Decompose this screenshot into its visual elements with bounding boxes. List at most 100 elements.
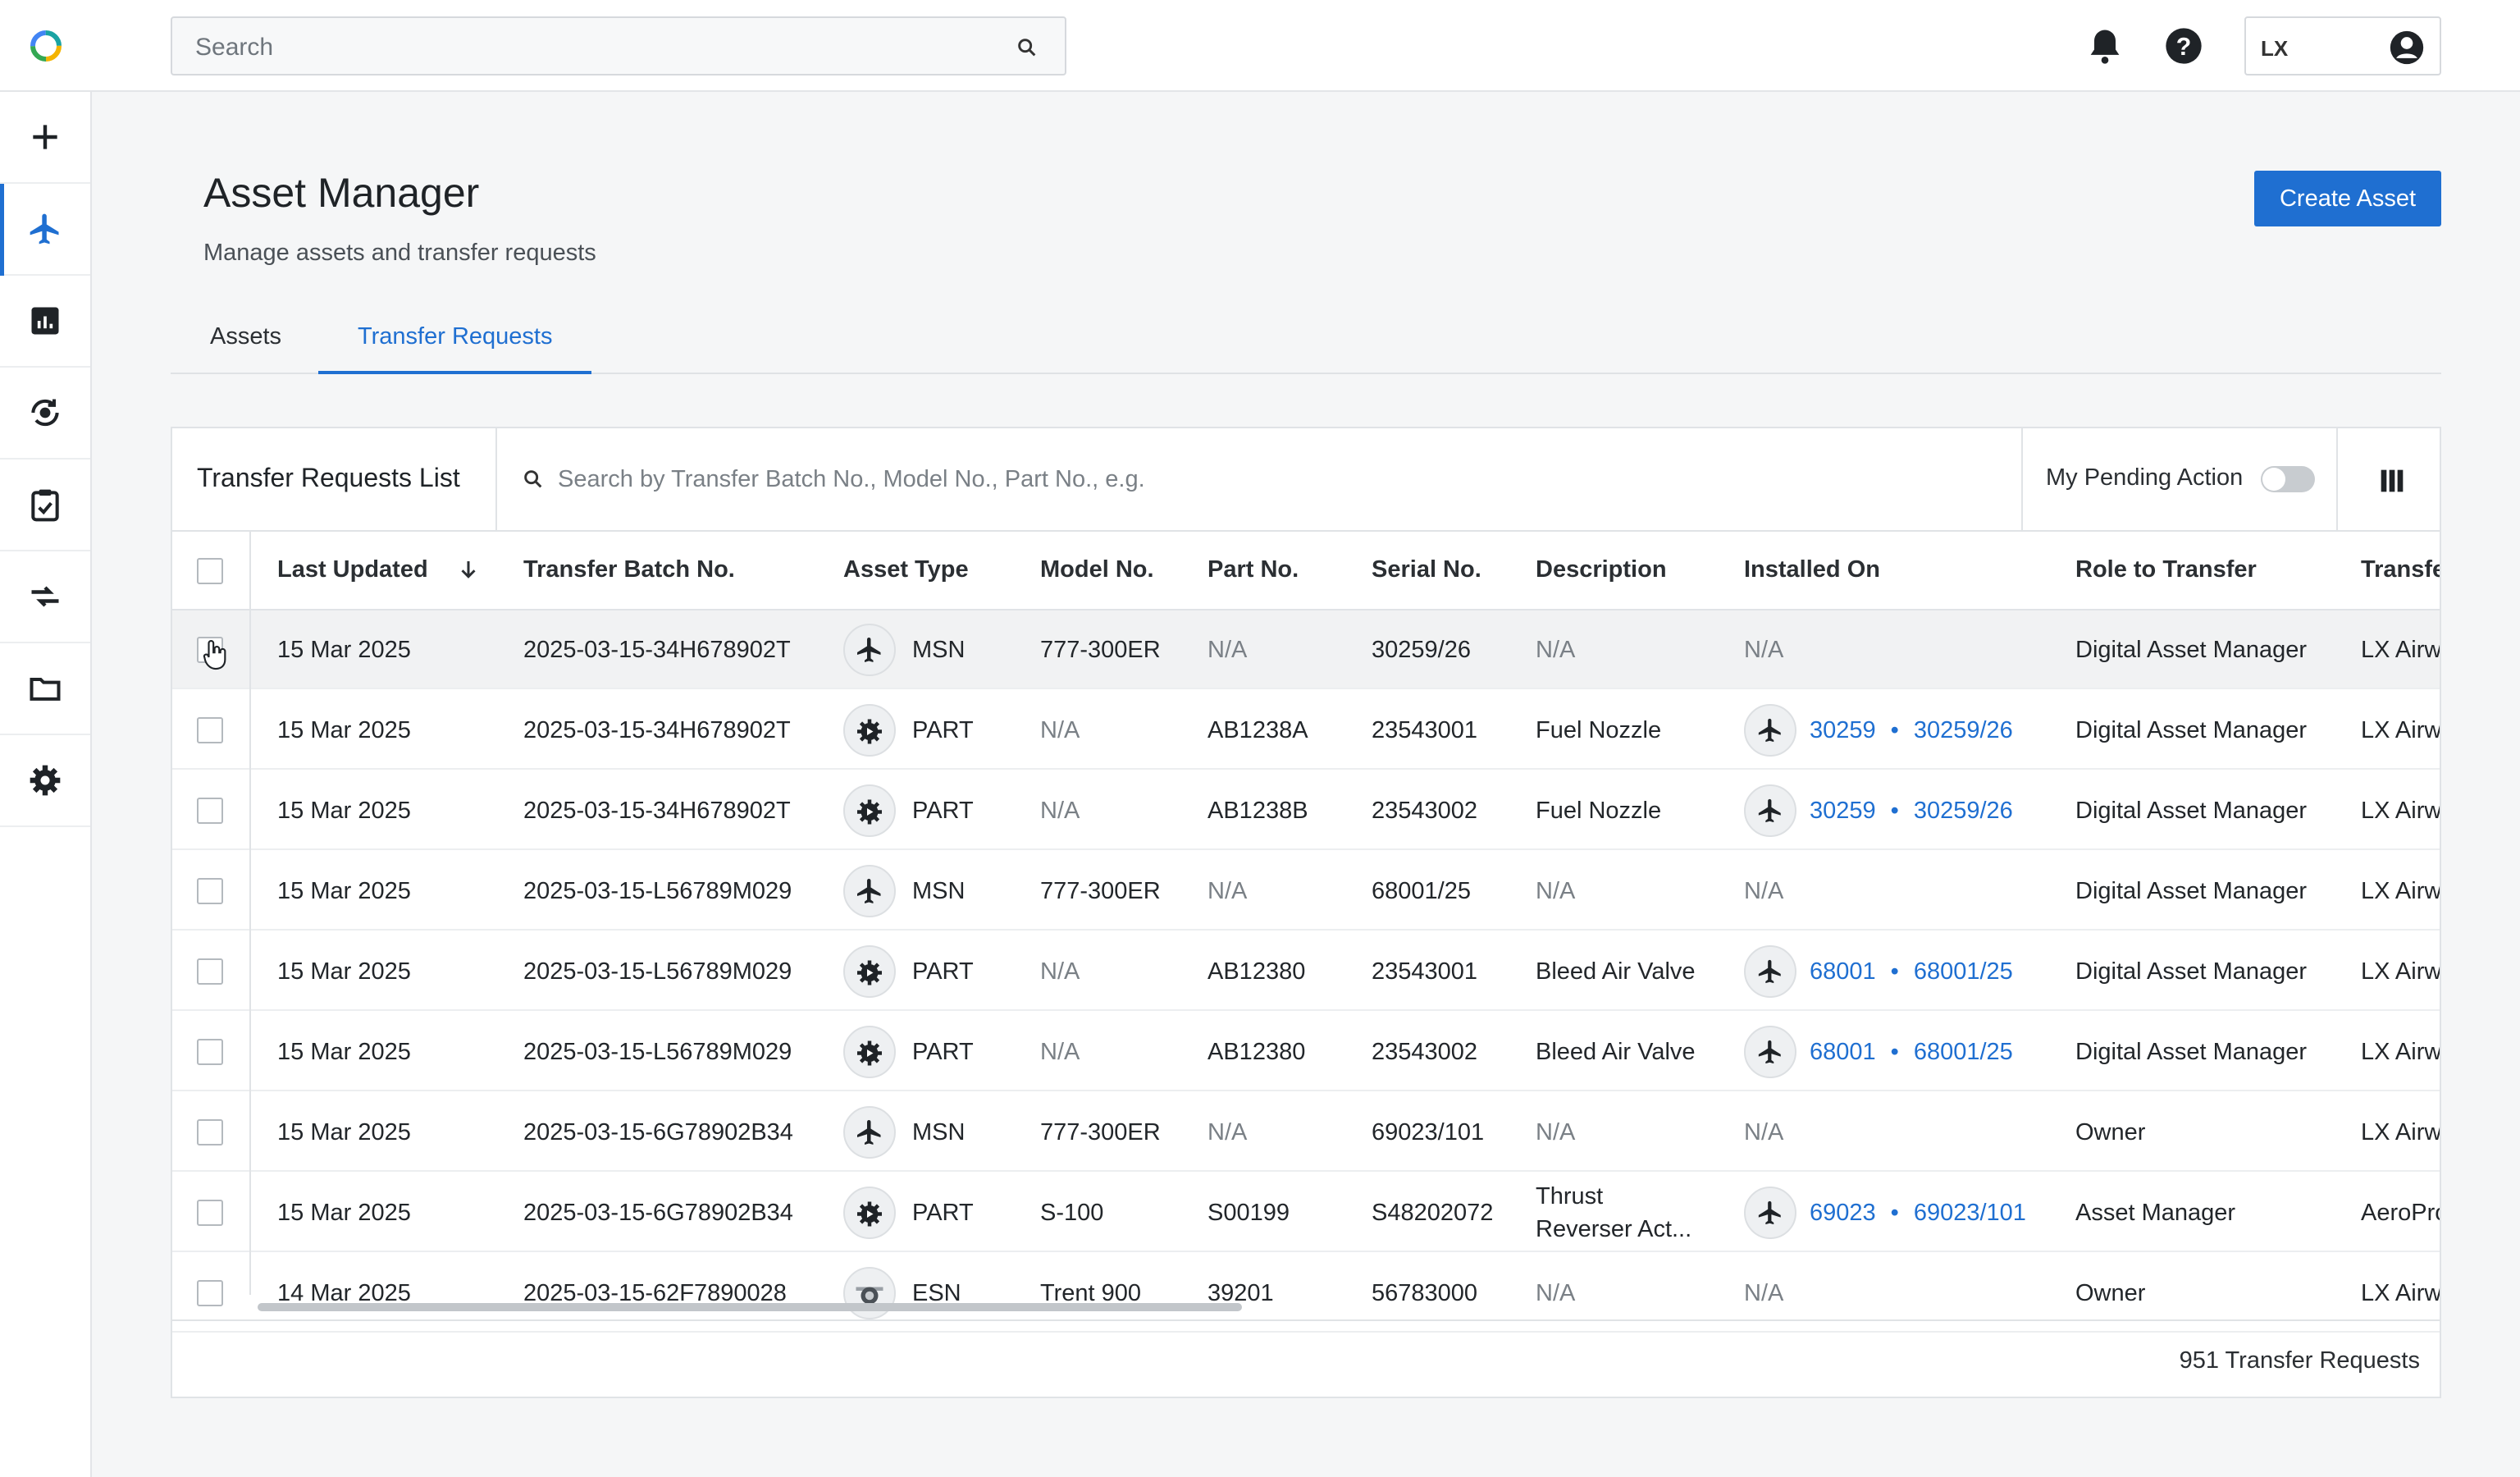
installed-msn-link[interactable]: 30259 <box>1810 717 1876 744</box>
plane-icon <box>1744 945 1796 998</box>
pending-action-toggle[interactable] <box>2261 466 2315 492</box>
app-logo-icon[interactable] <box>25 25 67 67</box>
installed-serial-link[interactable]: 68001/25 <box>1914 1039 2013 1066</box>
installed-serial-link[interactable]: 30259/26 <box>1914 717 2013 744</box>
table-row[interactable]: 15 Mar 2025 2025-03-15-L56789M029 PART N/A A… <box>172 932 2440 1011</box>
sort-down-icon[interactable] <box>456 557 481 582</box>
plus-icon <box>33 125 57 149</box>
plane-icon <box>857 638 881 662</box>
installed-serial-link[interactable]: 69023/101 <box>1914 1200 2026 1227</box>
gear-icon <box>30 765 61 796</box>
sidebar-item-create[interactable] <box>0 92 90 184</box>
row-checkbox[interactable] <box>197 1200 223 1226</box>
plane-icon <box>857 1120 881 1145</box>
installed-serial-link[interactable]: 68001/25 <box>1914 958 2013 985</box>
installed-on-cell: 30259 • 30259/26 <box>1744 771 2013 850</box>
column-transfer-batch[interactable]: Transfer Batch No. <box>523 556 735 583</box>
row-checkbox[interactable] <box>197 717 223 743</box>
user-initials: LX <box>2261 36 2289 61</box>
asset-type-cell: PART <box>843 771 974 850</box>
sidebar-item-documents[interactable] <box>0 643 90 735</box>
asset-type-icon <box>843 1267 896 1319</box>
installed-msn-link[interactable]: 30259 <box>1810 798 1876 825</box>
sidebar-item-transfers[interactable] <box>0 551 90 643</box>
table-row[interactable]: 15 Mar 2025 2025-03-15-34H678902T PART N/A A… <box>172 691 2440 770</box>
bell-icon[interactable] <box>2084 25 2126 67</box>
search-icon[interactable] <box>1016 36 1039 59</box>
columns-icon[interactable] <box>2376 464 2408 497</box>
checkbox-column-divider <box>249 532 251 1295</box>
row-checkbox[interactable] <box>197 1280 223 1306</box>
installed-serial-link[interactable]: 30259/26 <box>1914 798 2013 825</box>
transfer-batch-cell: 2025-03-15-6G78902B34 <box>523 1118 793 1145</box>
table-search-input[interactable] <box>558 463 1788 496</box>
sidebar-item-tasks[interactable] <box>0 460 90 551</box>
row-checkbox[interactable] <box>197 1039 223 1065</box>
column-last-updated[interactable]: Last Updated <box>277 556 481 583</box>
plane-icon <box>1758 1040 1781 1064</box>
table-row[interactable]: 15 Mar 2025 2025-03-15-34H678902T PART N/A A… <box>172 771 2440 850</box>
transfer-batch-cell: 2025-03-15-L56789M029 <box>523 958 792 985</box>
global-search-input[interactable] <box>195 33 934 62</box>
asset-type-cell: PART <box>843 1013 974 1091</box>
sidebar-item-sync[interactable] <box>0 368 90 460</box>
sidebar-item-assets[interactable] <box>0 184 90 276</box>
role-cell: Digital Asset Manager <box>2075 958 2308 985</box>
user-menu[interactable]: LX <box>2244 16 2441 75</box>
installed-on-cell: 69023 • 69023/101 <box>1744 1173 2026 1252</box>
sidebar-item-settings[interactable] <box>0 735 90 827</box>
transfer-to-cell: AeroPro <box>2361 1199 2441 1226</box>
part-no-cell: AB1238A <box>1208 716 1308 743</box>
table-row[interactable]: 15 Mar 2025 2025-03-15-34H678902T MSN 777-3… <box>172 610 2440 689</box>
row-checkbox[interactable] <box>197 798 223 824</box>
sidebar <box>0 92 92 1477</box>
asset-type-cell: PART <box>843 1173 974 1252</box>
column-serial-no[interactable]: Serial No. <box>1372 556 1481 583</box>
sidebar-item-reports[interactable] <box>0 276 90 368</box>
clipboard-check-icon <box>31 489 59 522</box>
row-checkbox[interactable] <box>197 958 223 985</box>
column-label: Last Updated <box>277 556 428 583</box>
row-checkbox[interactable] <box>197 878 223 904</box>
column-model-no[interactable]: Model No. <box>1040 556 1154 583</box>
create-asset-button[interactable]: Create Asset <box>2254 171 2441 226</box>
tab-assets[interactable]: Assets <box>171 313 321 374</box>
horizontal-scrollbar[interactable] <box>258 1303 1242 1311</box>
select-all-checkbox[interactable] <box>197 558 223 584</box>
serial-no-cell: 23543002 <box>1372 1038 1478 1065</box>
column-role-to-transfer[interactable]: Role to Transfer <box>2075 556 2257 583</box>
plane-icon <box>1744 784 1796 837</box>
global-search[interactable] <box>171 16 1066 75</box>
serial-no-cell: 69023/101 <box>1372 1118 1485 1145</box>
description-cell: Thrust Reverser Act... <box>1536 1183 1692 1242</box>
divider <box>2336 428 2338 532</box>
asset-type-cell: PART <box>843 932 974 1011</box>
help-icon[interactable]: ? <box>2162 25 2205 67</box>
asset-type-cell: MSN <box>843 852 965 931</box>
column-transfer-to[interactable]: Transfe <box>2361 556 2440 583</box>
row-checkbox[interactable] <box>197 1119 223 1145</box>
plane-icon <box>1758 718 1781 743</box>
last-updated-cell: 15 Mar 2025 <box>277 1118 411 1145</box>
description-cell: Fuel Nozzle <box>1536 716 1662 743</box>
table-row[interactable]: 15 Mar 2025 2025-03-15-L56789M029 PART N/A A… <box>172 1013 2440 1091</box>
installed-msn-link[interactable]: 68001 <box>1810 958 1876 985</box>
installed-msn-link[interactable]: 69023 <box>1810 1200 1876 1227</box>
toggle-knob <box>2262 468 2285 491</box>
description-cell: Bleed Air Valve <box>1536 958 1696 985</box>
column-description[interactable]: Description <box>1536 556 1667 583</box>
tab-transfer-requests[interactable]: Transfer Requests <box>318 313 592 374</box>
column-asset-type[interactable]: Asset Type <box>843 556 969 583</box>
table-row[interactable]: 15 Mar 2025 2025-03-15-L56789M029 MSN 777-3… <box>172 852 2440 931</box>
column-part-no[interactable]: Part No. <box>1208 556 1299 583</box>
installed-msn-link[interactable]: 68001 <box>1810 1039 1876 1066</box>
table-row[interactable]: 15 Mar 2025 2025-03-15-6G78902B34 MSN 777-3… <box>172 1093 2440 1172</box>
transfer-batch-cell: 2025-03-15-6G78902B34 <box>523 1199 793 1226</box>
installed-on-cell: N/A <box>1744 636 1784 663</box>
installed-on-cell: 68001 • 68001/25 <box>1744 932 2013 1011</box>
divider <box>2021 428 2023 532</box>
table-row[interactable]: 15 Mar 2025 2025-03-15-6G78902B34 PART S-10… <box>172 1173 2441 1252</box>
column-installed-on[interactable]: Installed On <box>1744 556 1880 583</box>
total-count: 951 Transfer Requests <box>2179 1347 2420 1374</box>
asset-type-icon <box>843 865 896 917</box>
